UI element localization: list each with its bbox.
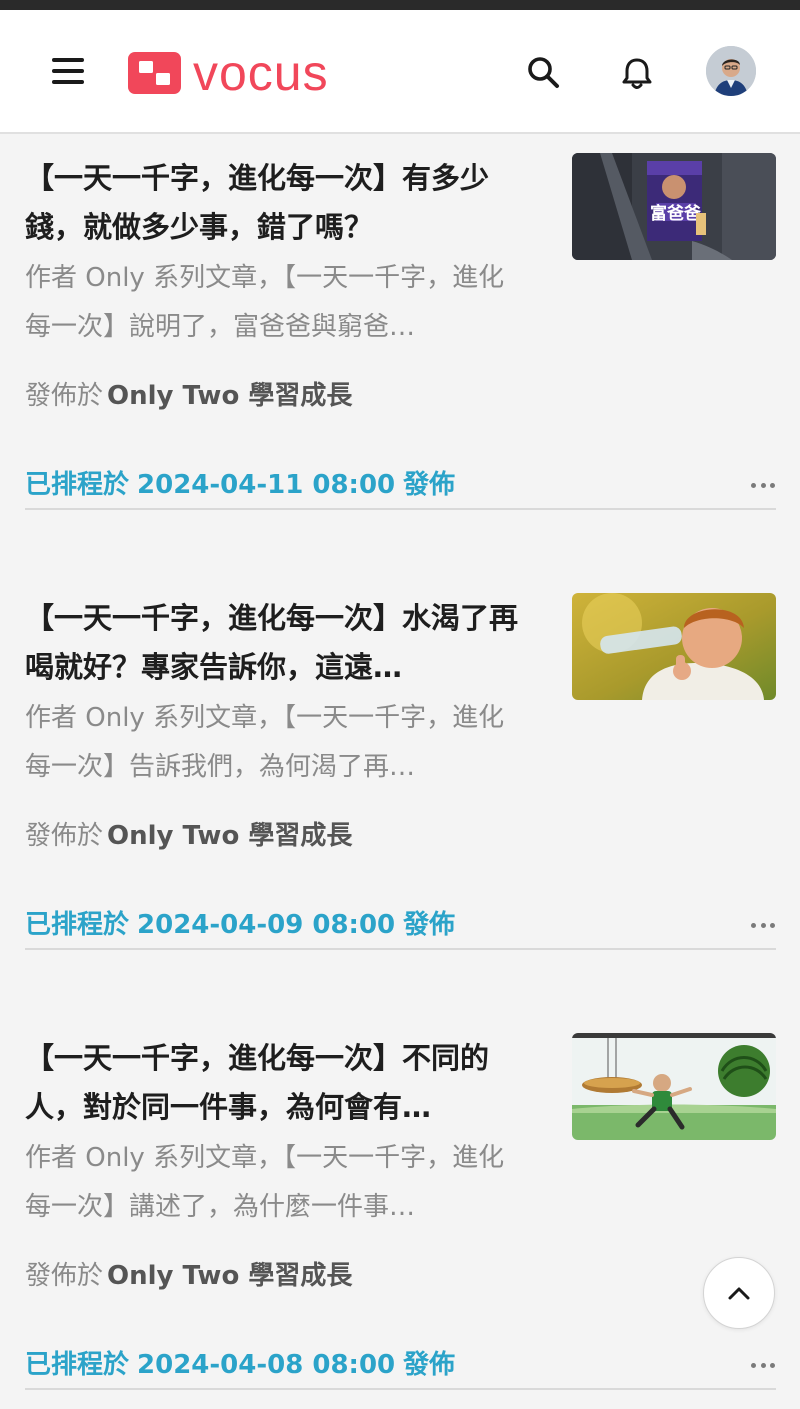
schedule-status: 已排程於 2024-04-11 08:00 發佈 <box>25 465 455 505</box>
article-title[interactable]: 【一天一千字，進化每一次】不同的人，對於同一件事，為何會有… <box>25 1034 535 1132</box>
search-icon[interactable] <box>524 54 564 94</box>
schedule-suffix: 發佈 <box>403 1350 456 1380</box>
publication-line: 發佈於 Only Two 學習成長 <box>25 816 352 856</box>
back-to-top-button[interactable] <box>703 1257 775 1329</box>
article-excerpt: 作者 Only 系列文章，【一天一千字，進化每一次】告訴我們，為何渴了再… <box>25 703 505 782</box>
divider <box>25 508 776 510</box>
more-icon[interactable] <box>751 480 775 490</box>
article-card[interactable]: 【一天一千字，進化每一次】不同的人，對於同一件事，為何會有… 作者 Only 系… <box>25 1033 776 1394</box>
schedule-prefix: 已排程於 <box>25 910 130 940</box>
schedule-status: 已排程於 2024-04-09 08:00 發佈 <box>25 905 455 945</box>
schedule-datetime: 2024-04-11 08:00 <box>137 470 396 500</box>
article-card[interactable]: 【一天一千字，進化每一次】有多少錢，就做多少事，錯了嗎？ 作者 Only 系列文… <box>25 153 776 514</box>
schedule-status: 已排程於 2024-04-08 08:00 發佈 <box>25 1345 455 1385</box>
publication-line: 發佈於 Only Two 學習成長 <box>25 376 352 416</box>
divider <box>25 948 776 950</box>
more-icon[interactable] <box>751 1360 775 1370</box>
divider <box>25 1388 776 1390</box>
publication-line: 發佈於 Only Two 學習成長 <box>25 1256 352 1296</box>
published-label: 發佈於 <box>25 381 104 411</box>
publication-name[interactable]: Only Two 學習成長 <box>107 381 352 411</box>
status-strip <box>0 0 800 10</box>
publication-name[interactable]: Only Two 學習成長 <box>107 821 352 851</box>
published-label: 發佈於 <box>25 821 104 851</box>
article-thumbnail[interactable] <box>572 593 776 700</box>
vocus-logo-mark-icon <box>128 52 181 94</box>
article-thumbnail[interactable] <box>572 1033 776 1140</box>
avatar[interactable] <box>706 46 756 96</box>
article-excerpt: 作者 Only 系列文章，【一天一千字，進化每一次】說明了，富爸爸與窮爸… <box>25 263 505 342</box>
chevron-up-icon <box>728 1287 750 1300</box>
publication-name[interactable]: Only Two 學習成長 <box>107 1261 352 1291</box>
logo-text: vocus <box>193 45 329 101</box>
schedule-suffix: 發佈 <box>403 470 456 500</box>
schedule-datetime: 2024-04-08 08:00 <box>137 1350 396 1380</box>
schedule-prefix: 已排程於 <box>25 470 130 500</box>
bell-icon[interactable] <box>617 54 657 94</box>
schedule-datetime: 2024-04-09 08:00 <box>137 910 396 940</box>
article-title[interactable]: 【一天一千字，進化每一次】有多少錢，就做多少事，錯了嗎？ <box>25 154 535 252</box>
published-label: 發佈於 <box>25 1261 104 1291</box>
article-title[interactable]: 【一天一千字，進化每一次】水渴了再喝就好？專家告訴你，這遠… <box>25 594 535 692</box>
hamburger-menu-icon[interactable] <box>52 56 86 86</box>
top-navbar: vocus <box>0 10 800 134</box>
schedule-suffix: 發佈 <box>403 910 456 940</box>
svg-text:富爸爸: 富爸爸 <box>650 203 701 224</box>
schedule-prefix: 已排程於 <box>25 1350 130 1380</box>
article-card[interactable]: 【一天一千字，進化每一次】水渴了再喝就好？專家告訴你，這遠… 作者 Only 系… <box>25 593 776 954</box>
article-thumbnail[interactable]: 富爸爸 <box>572 153 776 260</box>
article-excerpt: 作者 Only 系列文章，【一天一千字，進化每一次】講述了，為什麼一件事… <box>25 1143 505 1222</box>
vocus-logo[interactable]: vocus <box>128 45 329 101</box>
more-icon[interactable] <box>751 920 775 930</box>
